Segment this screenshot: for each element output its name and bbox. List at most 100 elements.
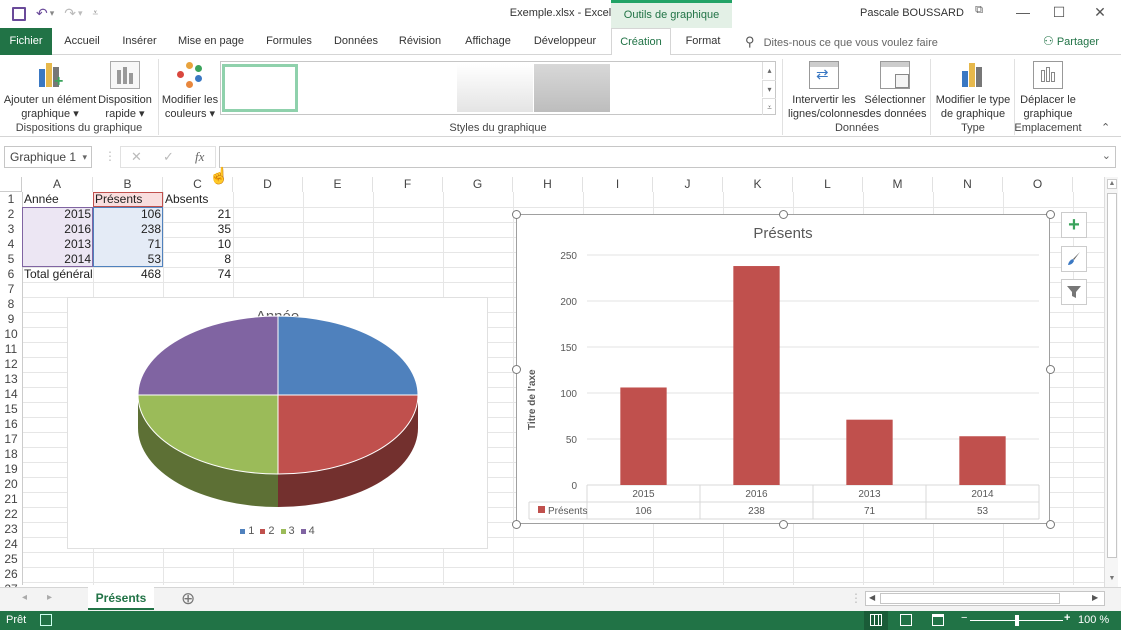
cell-B3[interactable]: 238 (93, 222, 163, 237)
tab-creation[interactable]: Création (611, 28, 671, 56)
row-header-14[interactable]: 14 (0, 387, 22, 402)
bar-2013[interactable] (846, 419, 893, 485)
cell-B2[interactable]: 106 (93, 207, 163, 222)
row-header-12[interactable]: 12 (0, 357, 22, 372)
column-header-F[interactable]: F (373, 177, 443, 192)
row-header-8[interactable]: 8 (0, 297, 22, 312)
row-header-9[interactable]: 9 (0, 312, 22, 327)
zoom-out-button[interactable]: − (961, 612, 967, 624)
enter-icon[interactable]: ✓ (163, 149, 174, 165)
tab-affichage[interactable]: Affichage (458, 28, 518, 55)
chart-style-7[interactable] (689, 64, 765, 112)
pie-chart[interactable]: Année 1234 (67, 297, 488, 549)
add-chart-element-button[interactable]: + Ajouter un élément graphique ▾ (3, 57, 97, 121)
resize-handle[interactable] (779, 520, 788, 529)
resize-handle[interactable] (779, 210, 788, 219)
legend-item-3[interactable]: 3 (280, 525, 295, 537)
chart-style-5[interactable] (534, 64, 610, 112)
row-header-26[interactable]: 26 (0, 567, 22, 582)
cell-C3[interactable]: 35 (163, 222, 233, 237)
row-header-24[interactable]: 24 (0, 537, 22, 552)
hscroll-thumb[interactable] (880, 593, 1060, 604)
change-chart-type-button[interactable]: Modifier le type de graphique (933, 57, 1013, 121)
column-header-H[interactable]: H (513, 177, 583, 192)
pie-slice-4[interactable] (137, 315, 279, 396)
page-break-view-icon[interactable] (932, 614, 944, 626)
cell-A1[interactable]: Année (22, 192, 93, 207)
cell-A4[interactable]: 2013 (22, 237, 93, 252)
tab-revision[interactable]: Révision (395, 28, 445, 55)
scroll-thumb[interactable] (1107, 193, 1117, 558)
cell-A5[interactable]: 2014 (22, 252, 93, 267)
legend-item-1[interactable]: 1 (240, 525, 254, 537)
row-header-11[interactable]: 11 (0, 342, 22, 357)
formula-input[interactable]: ⌄ (219, 146, 1116, 168)
chart-elements-button[interactable]: + (1061, 212, 1087, 238)
row-header-25[interactable]: 25 (0, 552, 22, 567)
bar-chart[interactable]: Présents Titre de l'axe 0 50 100 150 200 250 2… (516, 214, 1050, 524)
cell-C1[interactable]: Absents (163, 192, 233, 207)
scroll-up-arrow[interactable]: ▲ (1107, 179, 1117, 189)
scroll-down-arrow[interactable]: ▼ (1107, 575, 1117, 585)
cell-B1[interactable]: Présents (93, 192, 163, 207)
column-header-J[interactable]: J (653, 177, 723, 192)
cell-A2[interactable]: 2015 (22, 207, 93, 222)
column-header-B[interactable]: B (93, 177, 163, 192)
column-header-M[interactable]: M (863, 177, 933, 192)
zoom-slider-thumb[interactable] (1014, 615, 1019, 626)
cell-C6[interactable]: 74 (163, 267, 233, 282)
minimize-button[interactable]: — (1011, 4, 1035, 20)
name-box[interactable]: Graphique 1 ▾ (4, 146, 92, 168)
zoom-in-button[interactable]: + (1064, 612, 1070, 624)
resize-handle[interactable] (1046, 210, 1055, 219)
chart-styles-brush-icon[interactable] (1061, 246, 1087, 272)
tab-formules[interactable]: Formules (260, 28, 318, 55)
maximize-button[interactable]: ☐ (1047, 4, 1071, 21)
page-layout-view-icon[interactable] (900, 614, 912, 626)
prev-sheet-icon[interactable]: ◂ (22, 592, 27, 603)
bar-2014[interactable] (959, 436, 1006, 485)
column-header-I[interactable]: I (583, 177, 653, 192)
column-header-K[interactable]: K (723, 177, 793, 192)
tab-mise-en-page[interactable]: Mise en page (174, 28, 248, 55)
tab-accueil[interactable]: Accueil (57, 28, 107, 55)
macro-record-icon[interactable] (40, 614, 52, 626)
cell-C5[interactable]: 8 (163, 252, 233, 267)
zoom-level[interactable]: 100 % (1078, 614, 1109, 626)
bar-2015[interactable] (620, 387, 667, 485)
cell-A6[interactable]: Total général (22, 267, 93, 282)
next-sheet-icon[interactable]: ▸ (47, 592, 52, 603)
resize-handle[interactable] (512, 520, 521, 529)
normal-view-button[interactable] (864, 611, 888, 630)
collapse-ribbon-icon[interactable]: ⌃ (1101, 121, 1110, 134)
column-header-D[interactable]: D (233, 177, 303, 192)
pie-legend[interactable]: 1 2 3 4 (68, 525, 487, 537)
cell-A3[interactable]: 2016 (22, 222, 93, 237)
row-header-1[interactable]: 1 (0, 192, 22, 207)
cancel-icon[interactable]: ✕ (131, 149, 142, 165)
switch-row-column-button[interactable]: ⇄ Intervertir les lignes/colonnes (788, 57, 864, 121)
row-header-23[interactable]: 23 (0, 522, 22, 537)
column-header-O[interactable]: O (1003, 177, 1073, 192)
column-header-G[interactable]: G (443, 177, 513, 192)
row-header-19[interactable]: 19 (0, 462, 22, 477)
resize-handle[interactable] (512, 365, 521, 374)
row-header-17[interactable]: 17 (0, 432, 22, 447)
chart-style-1[interactable] (222, 64, 298, 112)
tab-developpeur[interactable]: Développeur (530, 28, 600, 55)
row-header-3[interactable]: 3 (0, 222, 22, 237)
row-header-21[interactable]: 21 (0, 492, 22, 507)
quick-layout-button[interactable]: Disposition rapide ▾ (97, 57, 153, 121)
legend-item-2[interactable]: 2 (260, 525, 275, 537)
close-button[interactable]: ✕ (1088, 4, 1112, 21)
share-button[interactable]: ⚇ Partager (1043, 28, 1099, 56)
cell-C2[interactable]: 21 (163, 207, 233, 222)
bar-2016[interactable] (733, 266, 780, 485)
tab-inserer[interactable]: Insérer (117, 28, 162, 55)
row-header-4[interactable]: 4 (0, 237, 22, 252)
column-header-N[interactable]: N (933, 177, 1003, 192)
chart-style-3[interactable] (379, 64, 455, 112)
row-header-2[interactable]: 2 (0, 207, 22, 222)
sheet-tab-presents[interactable]: Présents (88, 587, 154, 610)
row-header-15[interactable]: 15 (0, 402, 22, 417)
